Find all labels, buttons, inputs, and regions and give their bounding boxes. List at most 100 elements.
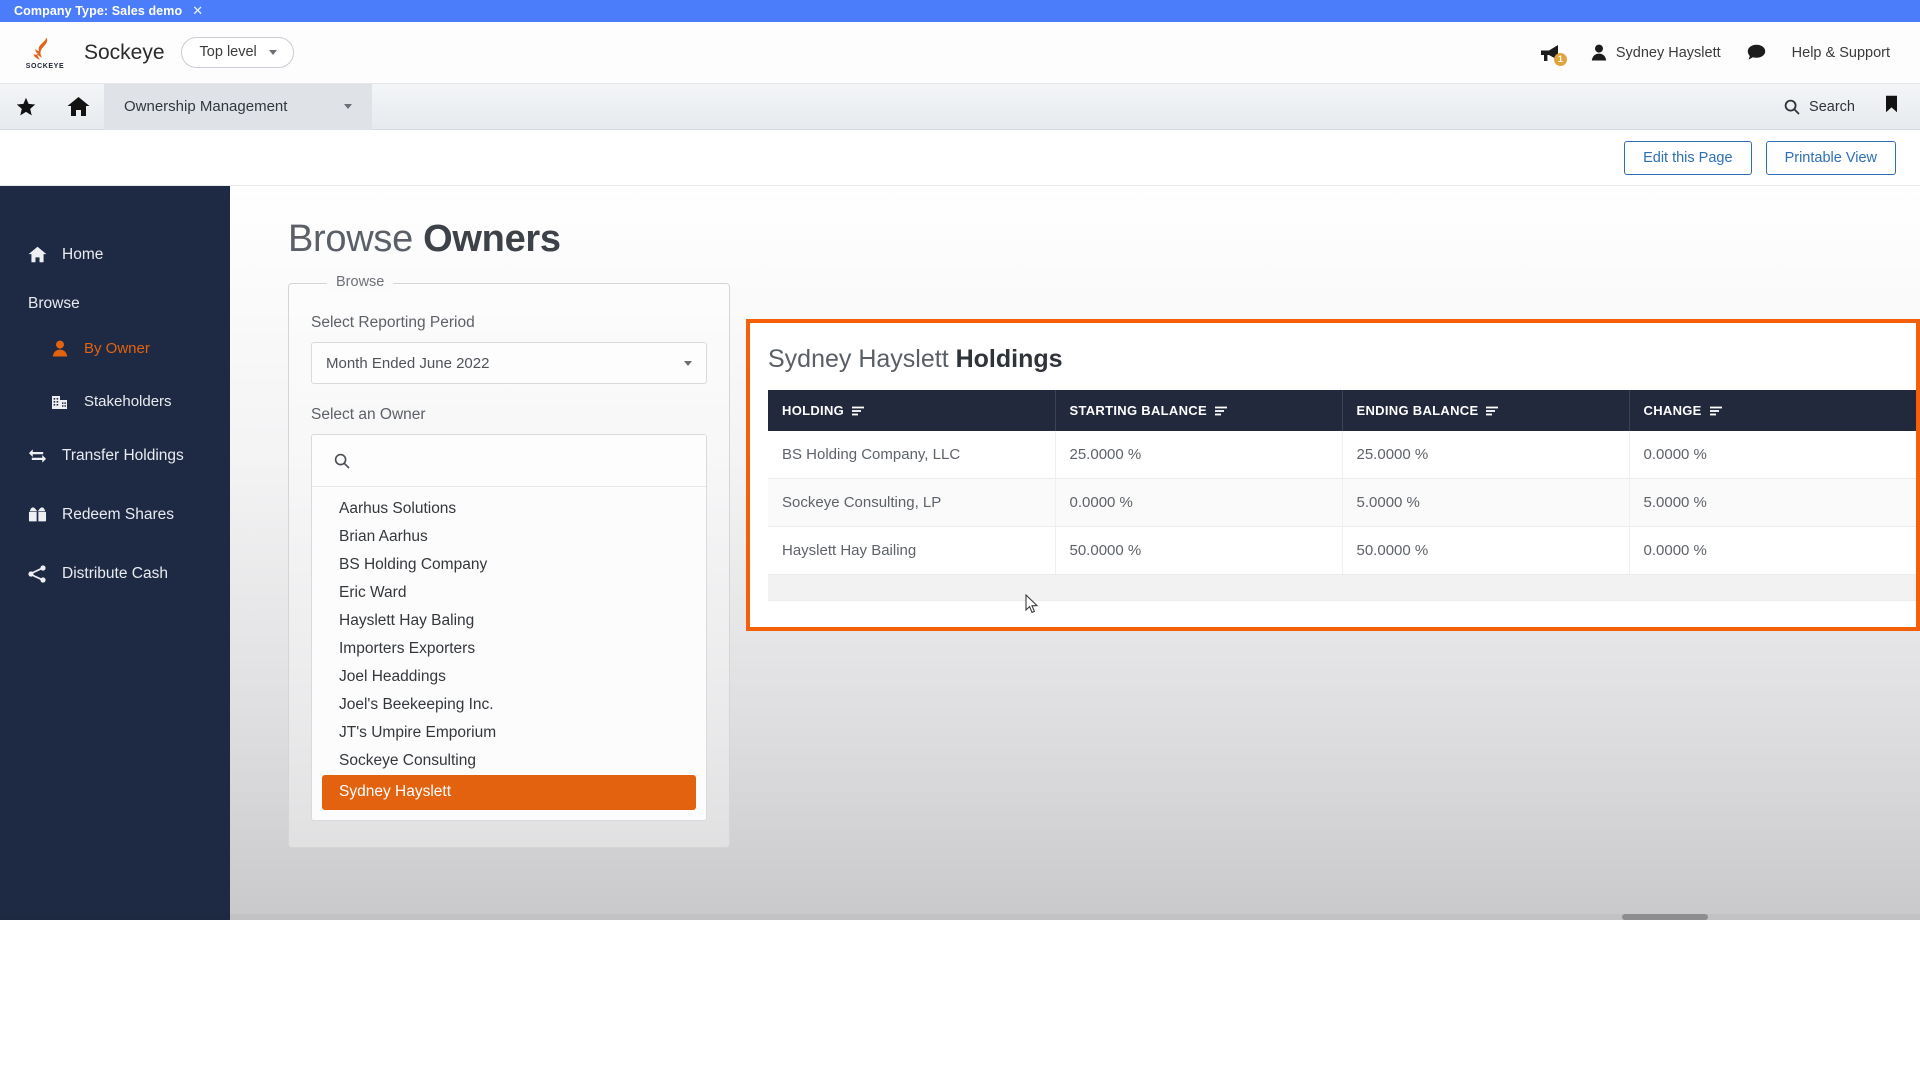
sockeye-fish-logo bbox=[33, 37, 48, 60]
module-tab-ownership-management[interactable]: Ownership Management bbox=[104, 83, 372, 130]
share-nodes-icon bbox=[28, 564, 47, 583]
cell-ending-balance: 50.0000 % bbox=[1342, 526, 1630, 575]
announcement-badge: 1 bbox=[1553, 52, 1567, 66]
list-item-selected[interactable]: Sydney Hayslett bbox=[322, 775, 696, 810]
sidebar-section-label: Browse bbox=[28, 295, 80, 312]
holdings-table: HOLDING STARTING BALANCE ENDING BALANCE … bbox=[768, 390, 1916, 575]
printable-view-button[interactable]: Printable View bbox=[1765, 140, 1896, 175]
building-icon bbox=[50, 392, 69, 411]
search-button[interactable]: Search bbox=[1784, 99, 1855, 115]
holdings-title: Sydney Hayslett Holdings bbox=[768, 345, 1916, 374]
column-header-starting-balance[interactable]: STARTING BALANCE bbox=[1055, 390, 1343, 431]
cell-change: 0.0000 % bbox=[1629, 526, 1916, 575]
select-owner-label: Select an Owner bbox=[311, 406, 426, 423]
sidebar-item-label: Stakeholders bbox=[84, 393, 172, 410]
banner-text: Company Type: Sales demo bbox=[14, 4, 183, 18]
holdings-card: Sydney Hayslett Holdings HOLDING STARTIN… bbox=[746, 319, 1920, 631]
owner-picker: Aarhus Solutions Brian Aarhus BS Holding… bbox=[311, 434, 707, 821]
list-item[interactable]: Importers Exporters bbox=[322, 635, 696, 663]
close-x-icon[interactable]: ✕ bbox=[192, 3, 203, 19]
favorites-button[interactable] bbox=[0, 84, 52, 130]
sidebar-item-label: Distribute Cash bbox=[62, 564, 168, 582]
list-item[interactable]: Sockeye Consulting bbox=[322, 747, 696, 775]
sidebar-item-by-owner[interactable]: By Owner bbox=[0, 331, 230, 366]
column-label: HOLDING bbox=[782, 403, 845, 418]
person-icon bbox=[50, 339, 69, 358]
table-row[interactable]: Hayslett Hay Bailing 50.0000 % 50.0000 %… bbox=[768, 526, 1916, 575]
module-nav-bar: Ownership Management Search bbox=[0, 83, 1920, 130]
star-icon bbox=[16, 97, 36, 115]
user-menu[interactable]: Sydney Hayslett bbox=[1591, 44, 1721, 61]
ticket-icon bbox=[28, 505, 47, 524]
cell-holding: BS Holding Company, LLC bbox=[768, 431, 1056, 479]
search-icon bbox=[334, 453, 350, 469]
list-item[interactable]: Joel Headdings bbox=[322, 663, 696, 691]
sidebar-item-label: Redeem Shares bbox=[62, 505, 175, 523]
page-title-bold: Owners bbox=[423, 218, 561, 260]
holdings-title-light: Sydney Hayslett bbox=[768, 345, 956, 373]
list-item[interactable]: Hayslett Hay Baling bbox=[322, 607, 696, 635]
announcements-button[interactable]: 1 bbox=[1539, 43, 1567, 66]
sidebar-item-label: Transfer Holdings bbox=[62, 446, 184, 464]
cell-change: 5.0000 % bbox=[1629, 478, 1916, 527]
home-icon bbox=[67, 97, 89, 116]
sockeye-logo[interactable]: SOCKEYE bbox=[22, 36, 68, 70]
chevron-down-icon bbox=[684, 360, 692, 366]
list-item[interactable]: Aarhus Solutions bbox=[322, 495, 696, 523]
list-item[interactable]: BS Holding Company bbox=[322, 551, 696, 579]
table-row[interactable]: BS Holding Company, LLC 25.0000 % 25.000… bbox=[768, 431, 1916, 479]
chevron-down-icon bbox=[268, 49, 277, 55]
scrollbar-thumb[interactable] bbox=[1622, 914, 1708, 920]
help-and-support-link[interactable]: Help & Support bbox=[1792, 45, 1890, 61]
list-item[interactable]: Brian Aarhus bbox=[322, 523, 696, 551]
sidebar-section-browse: Browse bbox=[0, 295, 230, 313]
sidebar-item-home[interactable]: Home bbox=[0, 236, 230, 273]
sidebar-item-transfer-holdings[interactable]: Transfer Holdings bbox=[0, 437, 230, 474]
module-tab-label: Ownership Management bbox=[124, 98, 288, 115]
owner-list: Aarhus Solutions Brian Aarhus BS Holding… bbox=[312, 487, 706, 820]
list-item[interactable]: Joel's Beekeeping Inc. bbox=[322, 691, 696, 719]
page-body: Home Browse By Owner Stakeholders Transf… bbox=[0, 186, 1920, 920]
top-level-selector[interactable]: Top level bbox=[180, 37, 294, 68]
page-title: Browse Owners bbox=[288, 218, 1920, 261]
sidebar-item-stakeholders[interactable]: Stakeholders bbox=[0, 384, 230, 419]
browse-panel: Browse Select Reporting Period Month End… bbox=[288, 274, 730, 848]
speech-bubble-icon bbox=[1747, 44, 1765, 60]
bookmark-icon bbox=[1886, 95, 1897, 113]
person-icon bbox=[1591, 44, 1607, 61]
cell-holding: Sockeye Consulting, LP bbox=[768, 478, 1056, 527]
cell-change: 0.0000 % bbox=[1629, 431, 1916, 479]
home-button[interactable] bbox=[52, 84, 104, 130]
browse-legend: Browse bbox=[327, 274, 394, 290]
holdings-title-bold: Holdings bbox=[955, 345, 1063, 373]
chat-button[interactable] bbox=[1747, 44, 1766, 61]
column-header-holding[interactable]: HOLDING bbox=[768, 390, 1056, 431]
owner-search-row[interactable] bbox=[312, 435, 706, 487]
edit-this-page-button[interactable]: Edit this Page bbox=[1624, 140, 1752, 175]
search-label: Search bbox=[1809, 98, 1855, 115]
megaphone-icon: 1 bbox=[1539, 43, 1567, 66]
list-item[interactable]: Eric Ward bbox=[322, 579, 696, 607]
column-label: STARTING BALANCE bbox=[1069, 403, 1207, 418]
table-footer-strip bbox=[768, 575, 1916, 601]
sort-filter-icon bbox=[1486, 406, 1499, 415]
bookmark-button[interactable] bbox=[1885, 95, 1898, 118]
reporting-period-select[interactable]: Month Ended June 2022 bbox=[311, 342, 707, 384]
table-header-row: HOLDING STARTING BALANCE ENDING BALANCE … bbox=[768, 390, 1916, 431]
module-bar-right: Search bbox=[1784, 95, 1920, 118]
column-header-change[interactable]: CHANGE bbox=[1629, 390, 1916, 431]
cell-holding: Hayslett Hay Bailing bbox=[768, 526, 1056, 575]
sidebar-item-distribute-cash[interactable]: Distribute Cash bbox=[0, 555, 230, 592]
sort-filter-icon bbox=[1709, 406, 1722, 415]
table-row[interactable]: Sockeye Consulting, LP 0.0000 % 5.0000 %… bbox=[768, 478, 1916, 527]
left-sidebar: Home Browse By Owner Stakeholders Transf… bbox=[0, 186, 230, 920]
brand-bar: SOCKEYE Sockeye Top level 1 Sydney Haysl… bbox=[0, 22, 1920, 84]
below-fold-area bbox=[0, 920, 1920, 1078]
list-item[interactable]: JT's Umpire Emporium bbox=[322, 719, 696, 747]
cell-ending-balance: 25.0000 % bbox=[1342, 431, 1630, 479]
cell-ending-balance: 5.0000 % bbox=[1342, 478, 1630, 527]
column-header-ending-balance[interactable]: ENDING BALANCE bbox=[1342, 390, 1630, 431]
horizontal-scrollbar[interactable] bbox=[0, 914, 1920, 920]
sidebar-item-redeem-shares[interactable]: Redeem Shares bbox=[0, 496, 230, 533]
main-content: Browse Owners Browse Select Reporting Pe… bbox=[230, 186, 1920, 920]
